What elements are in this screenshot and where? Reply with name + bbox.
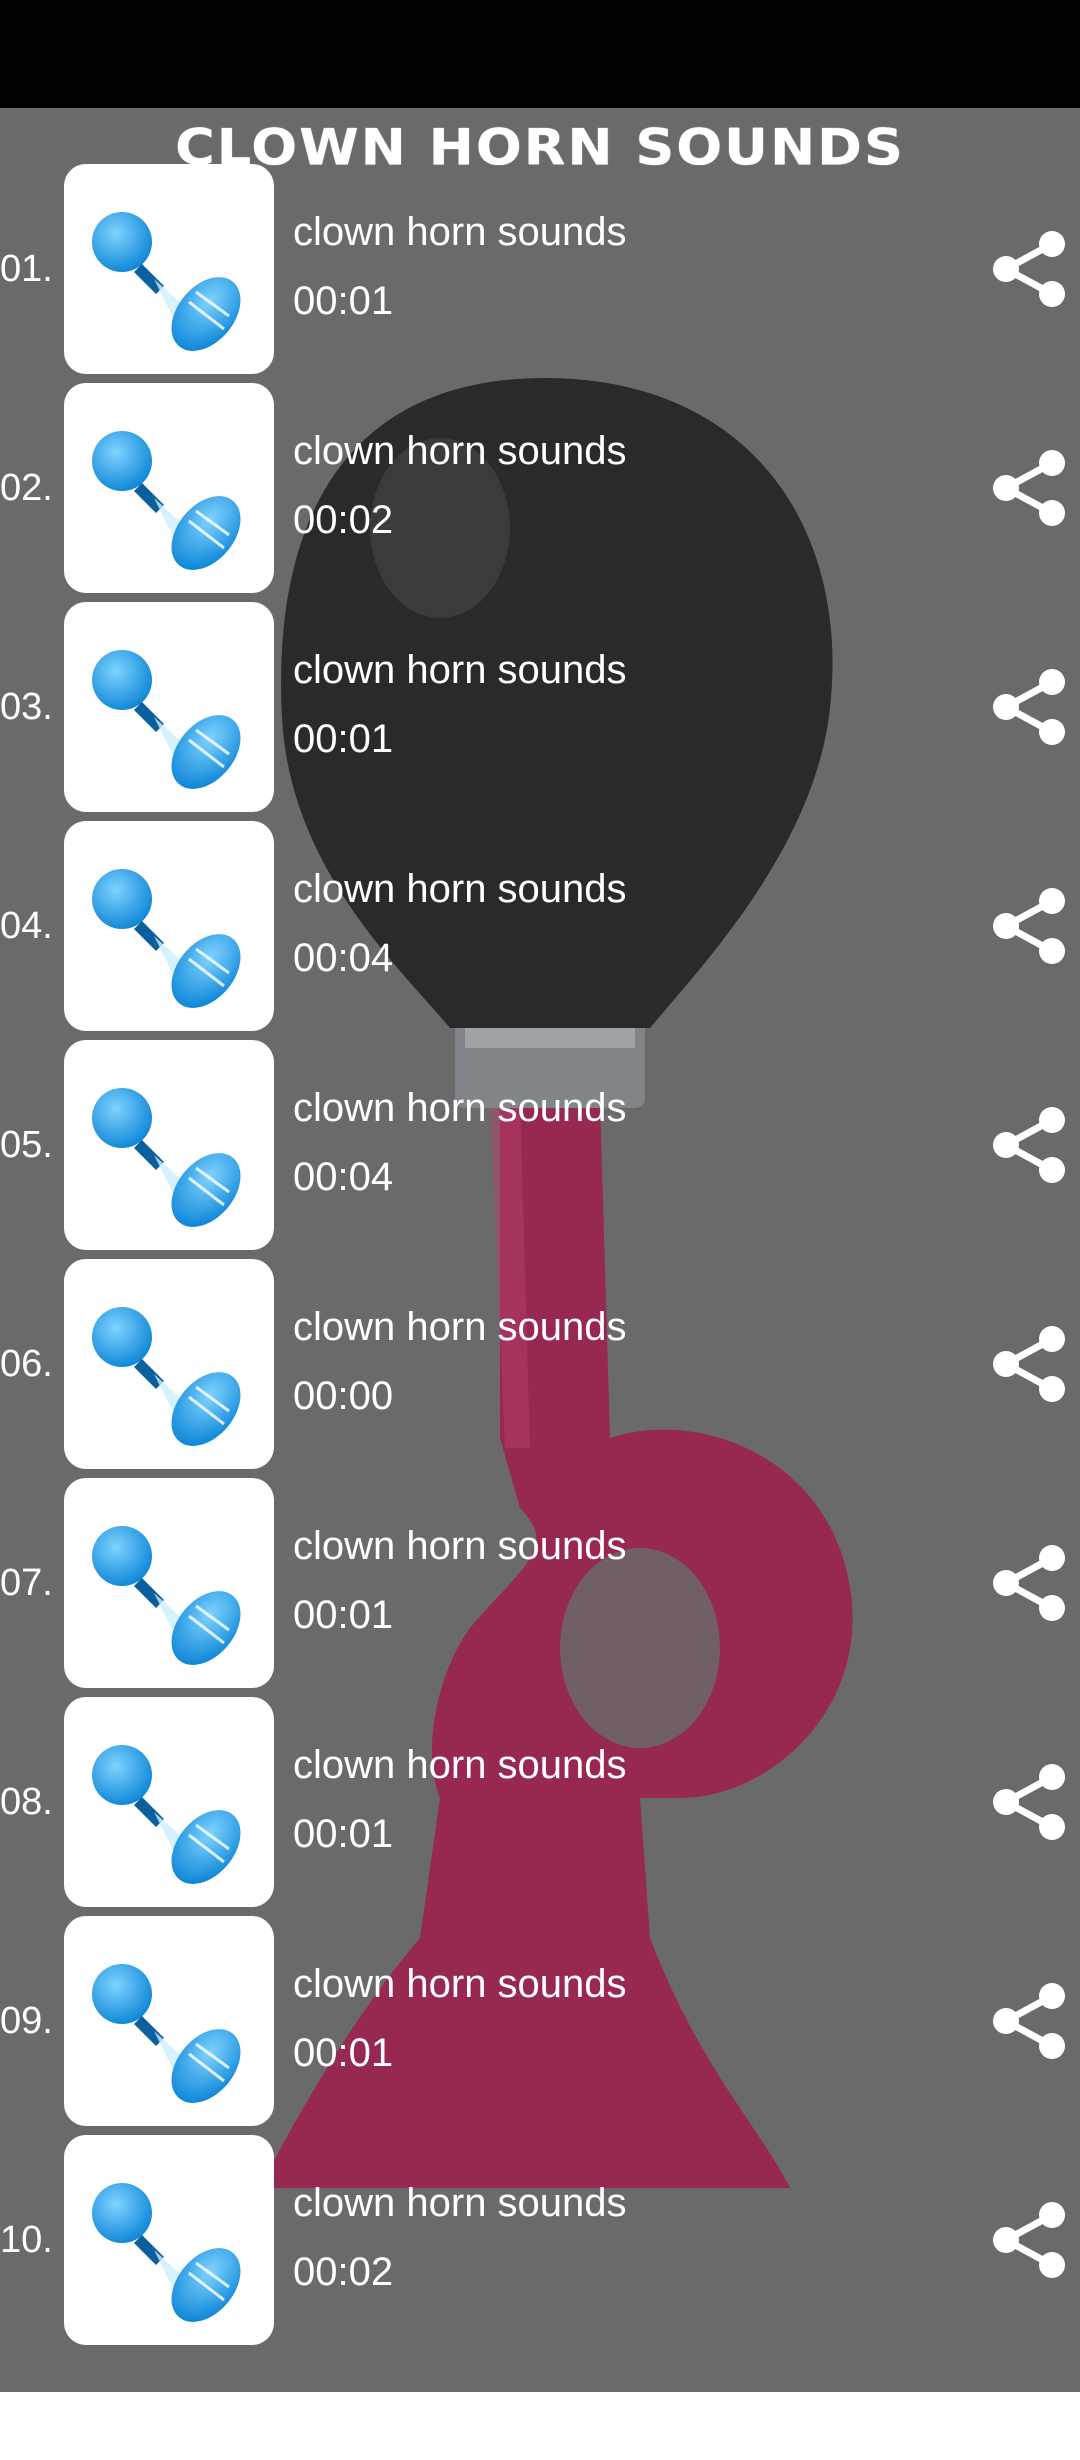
list-item[interactable]: 06. clown horn sounds 00:00 bbox=[0, 1259, 1080, 1478]
sound-duration: 00:04 bbox=[293, 1155, 394, 1199]
horn-icon[interactable] bbox=[64, 2135, 274, 2345]
list-item[interactable]: 02. clown horn sounds 00:02 bbox=[0, 383, 1080, 602]
item-number: 06. bbox=[0, 1343, 53, 1385]
item-number: 05. bbox=[0, 1124, 53, 1166]
item-number: 10. bbox=[0, 2219, 53, 2261]
list-item[interactable]: 03. clown horn sounds 00:01 bbox=[0, 602, 1080, 821]
item-number: 09. bbox=[0, 2000, 53, 2042]
sound-title: clown horn sounds bbox=[293, 648, 627, 692]
item-number: 03. bbox=[0, 686, 53, 728]
horn-icon[interactable] bbox=[64, 1916, 274, 2126]
list-item[interactable]: 09. clown horn sounds 00:01 bbox=[0, 1916, 1080, 2135]
sound-duration: 00:01 bbox=[293, 1593, 394, 1637]
horn-icon[interactable] bbox=[64, 164, 274, 374]
horn-icon[interactable] bbox=[64, 1259, 274, 1469]
sound-duration: 00:00 bbox=[293, 1374, 394, 1418]
sound-duration: 00:04 bbox=[293, 936, 394, 980]
list-item[interactable]: 07. clown horn sounds 00:01 bbox=[0, 1478, 1080, 1697]
sound-duration: 00:01 bbox=[293, 279, 394, 323]
horn-icon[interactable] bbox=[64, 383, 274, 593]
item-number: 08. bbox=[0, 1781, 53, 1823]
share-icon[interactable] bbox=[990, 1982, 1068, 2060]
sound-title: clown horn sounds bbox=[293, 210, 627, 254]
sound-title: clown horn sounds bbox=[293, 1305, 627, 1349]
share-icon[interactable] bbox=[990, 449, 1068, 527]
sound-duration: 00:02 bbox=[293, 498, 394, 542]
sound-title: clown horn sounds bbox=[293, 867, 627, 911]
status-bar bbox=[0, 0, 1080, 108]
list-item[interactable]: 08. clown horn sounds 00:01 bbox=[0, 1697, 1080, 1916]
share-icon[interactable] bbox=[990, 1544, 1068, 1622]
horn-icon[interactable] bbox=[64, 602, 274, 812]
sound-title: clown horn sounds bbox=[293, 1962, 627, 2006]
app-screen: CLOWN HORN SOUNDS 01. clown horn sounds … bbox=[0, 108, 1080, 2392]
sound-title: clown horn sounds bbox=[293, 1524, 627, 1568]
list-item[interactable]: 05. clown horn sounds 00:04 bbox=[0, 1040, 1080, 1259]
list-item[interactable]: 04. clown horn sounds 00:04 bbox=[0, 821, 1080, 1040]
share-icon[interactable] bbox=[990, 668, 1068, 746]
share-icon[interactable] bbox=[990, 230, 1068, 308]
list-item[interactable]: 10. clown horn sounds 00:02 bbox=[0, 2135, 1080, 2354]
sound-duration: 00:01 bbox=[293, 717, 394, 761]
item-number: 07. bbox=[0, 1562, 53, 1604]
item-number: 02. bbox=[0, 467, 53, 509]
share-icon[interactable] bbox=[990, 1325, 1068, 1403]
sound-duration: 00:02 bbox=[293, 2250, 394, 2294]
sound-title: clown horn sounds bbox=[293, 2181, 627, 2225]
sound-duration: 00:01 bbox=[293, 2031, 394, 2075]
sound-title: clown horn sounds bbox=[293, 1743, 627, 1787]
sound-title: clown horn sounds bbox=[293, 429, 627, 473]
list-item[interactable]: 01. clown horn sounds 00:01 bbox=[0, 164, 1080, 383]
share-icon[interactable] bbox=[990, 887, 1068, 965]
item-number: 01. bbox=[0, 248, 53, 290]
sound-duration: 00:01 bbox=[293, 1812, 394, 1856]
item-number: 04. bbox=[0, 905, 53, 947]
horn-icon[interactable] bbox=[64, 821, 274, 1031]
share-icon[interactable] bbox=[990, 1763, 1068, 1841]
horn-icon[interactable] bbox=[64, 1697, 274, 1907]
horn-icon[interactable] bbox=[64, 1040, 274, 1250]
share-icon[interactable] bbox=[990, 2201, 1068, 2279]
horn-icon[interactable] bbox=[64, 1478, 274, 1688]
sound-list: 01. clown horn sounds 00:01 02. clown ho… bbox=[0, 164, 1080, 2354]
sound-title: clown horn sounds bbox=[293, 1086, 627, 1130]
share-icon[interactable] bbox=[990, 1106, 1068, 1184]
